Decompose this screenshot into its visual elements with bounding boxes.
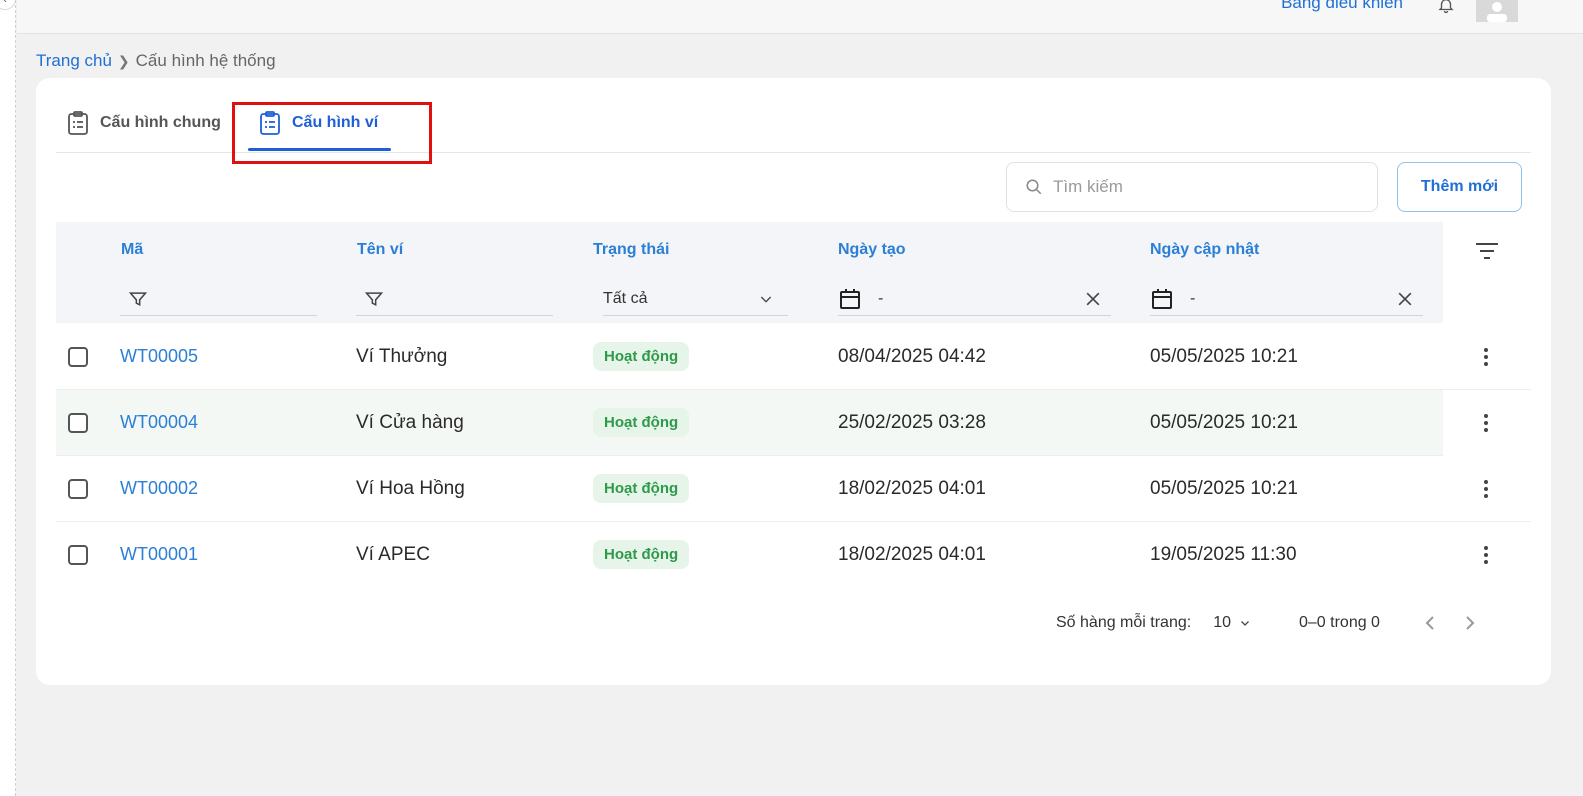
pagination: Số hàng mỗi trang: 10 0–0 trong 0 <box>1056 613 1500 633</box>
row-status-cell: Hoạt động <box>593 522 690 587</box>
table-header: Mã Tên ví Trạng thái Ngày tạo Ngày cập n… <box>56 222 1443 323</box>
dashboard-link[interactable]: Bảng điều khiển <box>1281 0 1403 13</box>
topbar: Bảng điều khiển <box>17 0 1583 34</box>
more-vertical-icon[interactable] <box>1476 342 1496 372</box>
next-page-button[interactable] <box>1460 613 1480 633</box>
column-header-created[interactable]: Ngày tạo <box>838 241 906 259</box>
name-filter[interactable] <box>356 282 553 316</box>
row-code-link[interactable]: WT00005 <box>120 324 198 389</box>
status-badge: Hoạt động <box>593 540 690 569</box>
row-created: 18/02/2025 04:01 <box>838 477 986 499</box>
row-checkbox-cell <box>68 456 88 521</box>
row-code-link[interactable]: WT00004 <box>120 390 198 455</box>
table-row[interactable]: WT00005 Ví Thưởng Hoạt động 08/04/2025 0… <box>56 324 1531 390</box>
calendar-icon <box>840 288 860 309</box>
row-checkbox[interactable] <box>68 478 88 499</box>
row-checkbox-cell <box>68 390 88 455</box>
chevron-right-icon: ❯ <box>117 52 130 69</box>
table-row[interactable]: WT00002 Ví Hoa Hồng Hoạt động 18/02/2025… <box>56 456 1531 522</box>
column-header-name[interactable]: Tên ví <box>357 241 403 259</box>
highlight-annotation <box>232 102 432 164</box>
column-header-updated[interactable]: Ngày cập nhật <box>1150 241 1259 259</box>
column-header-status[interactable]: Trạng thái <box>593 241 669 259</box>
column-settings-icon[interactable] <box>1475 241 1499 261</box>
add-new-button[interactable]: Thêm mới <box>1397 162 1522 212</box>
chevron-right-icon <box>1466 616 1475 630</box>
status-badge: Hoạt động <box>593 342 690 371</box>
row-status-cell: Hoạt động <box>593 456 690 521</box>
row-name: Ví APEC <box>356 543 430 565</box>
row-name: Ví Thưởng <box>356 345 448 367</box>
bell-icon[interactable] <box>1437 0 1455 14</box>
search-input[interactable] <box>1053 177 1353 197</box>
tab-general-config[interactable]: Cấu hình chung <box>66 110 221 136</box>
avatar[interactable] <box>1476 0 1518 22</box>
status-badge: Hoạt động <box>593 474 690 503</box>
row-created: 25/02/2025 03:28 <box>838 411 986 433</box>
calendar-icon <box>1152 288 1172 309</box>
more-vertical-icon[interactable] <box>1476 408 1496 438</box>
page-range: 0–0 trong 0 <box>1299 614 1380 631</box>
rows-per-page-label: Số hàng mỗi trang: <box>1056 614 1192 631</box>
created-filter-value: - <box>878 289 884 307</box>
more-vertical-icon[interactable] <box>1476 474 1496 504</box>
row-code-link[interactable]: WT00002 <box>120 456 198 521</box>
tab-label: Cấu hình chung <box>100 114 221 131</box>
code-filter[interactable] <box>120 282 317 316</box>
left-rail: ‹ <box>0 0 16 796</box>
clear-icon[interactable] <box>1395 289 1415 309</box>
clipboard-list-icon <box>68 111 88 135</box>
rows-per-page-value: 10 <box>1213 614 1231 631</box>
row-updated: 05/05/2025 10:21 <box>1150 477 1298 499</box>
status-filter-value: Tất cả <box>603 289 648 307</box>
row-name: Ví Cửa hàng <box>356 411 464 433</box>
row-updated: 19/05/2025 11:30 <box>1150 543 1297 565</box>
row-updated: 05/05/2025 10:21 <box>1150 345 1298 367</box>
more-vertical-icon[interactable] <box>1476 540 1496 570</box>
filter-icon <box>128 291 148 306</box>
prev-page-button[interactable] <box>1420 613 1440 633</box>
chevron-left-icon <box>1425 616 1434 630</box>
breadcrumb-current: Cấu hình hệ thống <box>135 51 276 70</box>
status-badge: Hoạt động <box>593 408 690 437</box>
chevron-down-icon <box>760 296 772 303</box>
row-checkbox[interactable] <box>68 346 88 367</box>
collapse-sidebar-button[interactable]: ‹ <box>0 0 16 10</box>
updated-filter-value: - <box>1190 289 1196 307</box>
row-code-link[interactable]: WT00001 <box>120 522 198 587</box>
chevron-down-icon <box>1241 621 1249 626</box>
chevron-left-icon: ‹ <box>3 0 7 6</box>
row-created: 08/04/2025 04:42 <box>838 345 986 367</box>
user-avatar-icon <box>1487 2 1507 22</box>
table-row[interactable]: WT00001 Ví APEC Hoạt động 18/02/2025 04:… <box>56 522 1531 588</box>
search-box[interactable] <box>1006 162 1378 212</box>
created-date-filter[interactable]: - <box>838 282 1111 316</box>
row-checkbox-cell <box>68 324 88 389</box>
rows-per-page-select[interactable]: 10 <box>1213 614 1251 632</box>
main-card: Cấu hình chung Cấu hình ví Thêm mới Mã T… <box>36 78 1551 685</box>
row-name: Ví Hoa Hồng <box>356 477 465 499</box>
row-checkbox[interactable] <box>68 544 88 565</box>
status-filter-select[interactable]: Tất cả <box>603 282 788 316</box>
filter-icon <box>364 291 384 306</box>
row-created: 18/02/2025 04:01 <box>838 543 986 565</box>
row-checkbox[interactable] <box>68 412 88 433</box>
table-row[interactable]: WT00004 Ví Cửa hàng Hoạt động 25/02/2025… <box>56 390 1443 456</box>
breadcrumb: Trang chủ ❯ Cấu hình hệ thống <box>36 51 276 71</box>
updated-date-filter[interactable]: - <box>1150 282 1423 316</box>
search-icon <box>1026 179 1042 195</box>
column-header-code[interactable]: Mã <box>121 241 143 259</box>
row-updated: 05/05/2025 10:21 <box>1150 411 1298 433</box>
row-checkbox-cell <box>68 522 88 587</box>
row-status-cell: Hoạt động <box>593 324 690 389</box>
clear-icon[interactable] <box>1083 289 1103 309</box>
breadcrumb-home[interactable]: Trang chủ <box>36 51 112 71</box>
row-status-cell: Hoạt động <box>593 390 690 455</box>
